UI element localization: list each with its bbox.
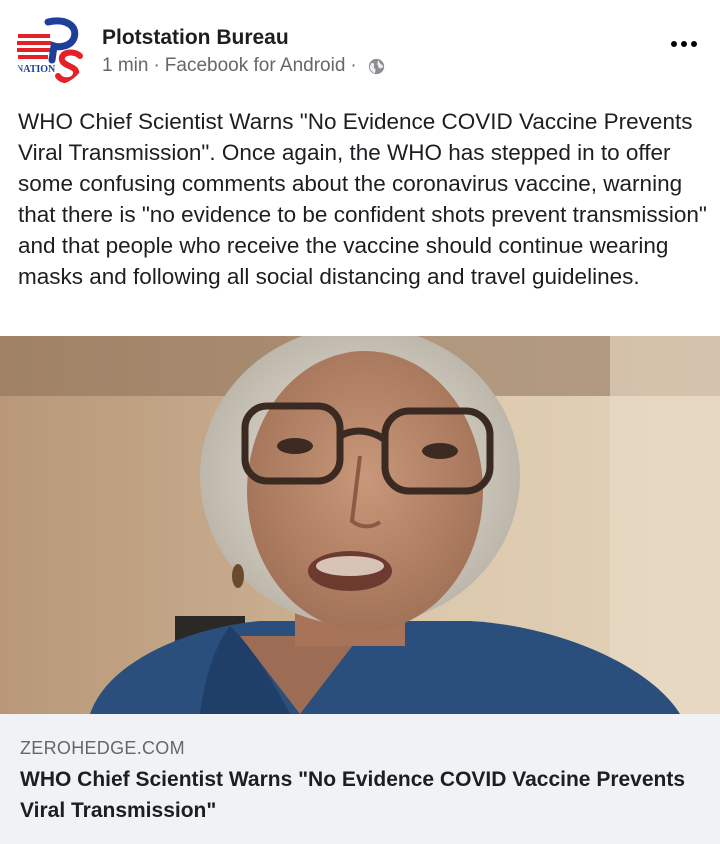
- more-options-dot: [691, 41, 697, 47]
- more-options-icon: [671, 41, 677, 47]
- globe-icon[interactable]: [368, 58, 385, 75]
- post-body-text: WHO Chief Scientist Warns "No Evidence C…: [18, 109, 707, 289]
- post-timestamp[interactable]: 1 min: [102, 55, 148, 77]
- meta-separator: ·: [350, 55, 357, 76]
- plotstation-logo-icon: NATION: [16, 17, 83, 84]
- link-domain: ZEROHEDGE.COM: [20, 738, 185, 758]
- post-header: NATION Plotstation Bureau 1 min · Facebo…: [0, 0, 720, 100]
- page-name-link[interactable]: Plotstation Bureau: [102, 26, 289, 50]
- link-preview-image[interactable]: [0, 336, 720, 714]
- meta-separator: ·: [153, 55, 160, 76]
- post-meta: 1 min · Facebook for Android ·: [102, 55, 385, 77]
- facebook-post: NATION Plotstation Bureau 1 min · Facebo…: [0, 0, 720, 844]
- page-avatar[interactable]: NATION: [14, 12, 88, 86]
- speaker-video-still: [0, 336, 720, 714]
- more-options-dot: [681, 41, 687, 47]
- link-title[interactable]: WHO Chief Scientist Warns "No Evidence C…: [20, 764, 700, 826]
- logo-wordmark: NATION: [16, 64, 56, 75]
- post-source-app: Facebook for Android: [164, 55, 346, 76]
- more-options-button[interactable]: [666, 30, 702, 58]
- link-preview-card[interactable]: ZEROHEDGE.COM WHO Chief Scientist Warns …: [0, 714, 720, 844]
